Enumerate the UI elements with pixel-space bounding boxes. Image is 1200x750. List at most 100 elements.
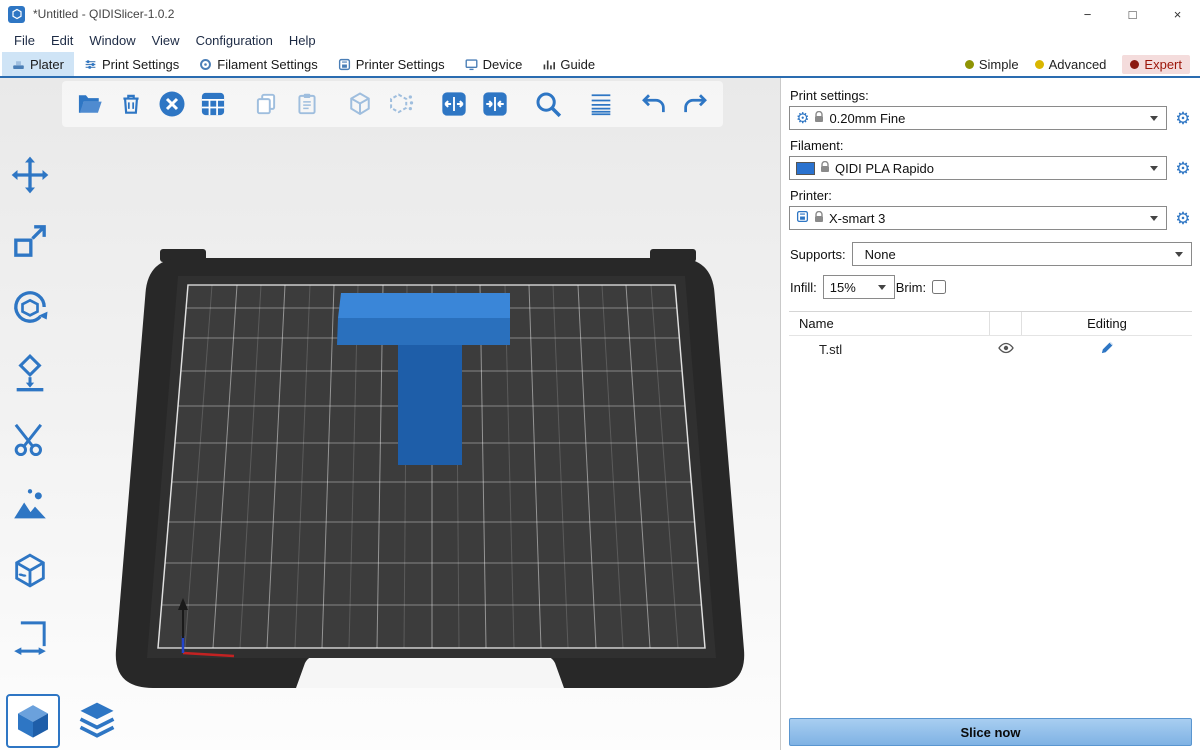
chevron-down-icon [1150,166,1158,171]
print-settings-icon [84,58,97,71]
chevron-down-icon [1175,252,1183,257]
tab-printer-settings[interactable]: Printer Settings [328,52,455,76]
lock-icon [814,111,824,126]
mode-simple[interactable]: Simple [965,57,1019,72]
guide-icon [542,58,555,71]
minimize-button[interactable]: − [1065,0,1110,28]
edit-object-icon[interactable] [1100,340,1115,358]
open-folder-button[interactable] [72,86,108,122]
slice-now-button[interactable]: Slice now [789,718,1192,746]
brim-checkbox[interactable] [932,280,946,294]
paint-supports-icon [10,485,50,525]
move-button[interactable] [6,152,54,198]
menu-edit[interactable]: Edit [43,31,81,50]
scale-icon [10,221,50,261]
rotate-icon [10,287,50,327]
seam-icon [10,551,50,591]
copy-button[interactable] [248,86,284,122]
undo-button[interactable] [636,86,672,122]
brim-label: Brim: [896,280,926,295]
paint-supports-button[interactable] [6,482,54,528]
remove-instance-button[interactable] [383,86,419,122]
infill-select[interactable]: 15% [823,275,895,299]
column-visibility [990,312,1022,335]
printer-icon [796,210,809,226]
redo-icon [680,89,710,119]
tab-filament-settings[interactable]: Filament Settings [189,52,327,76]
print-settings-gear-button[interactable]: ⚙ [1174,110,1192,127]
menu-window[interactable]: Window [81,31,143,50]
printer-select[interactable]: X-smart 3 [789,206,1167,230]
tab-plater-label: Plater [30,57,64,72]
menu-help[interactable]: Help [281,31,324,50]
lock-icon [820,161,830,176]
scale-button[interactable] [6,218,54,264]
titlebar: *Untitled - QIDISlicer-1.0.2 − □ × [0,0,1200,28]
filament-settings-icon [199,58,212,71]
menu-file[interactable]: File [6,31,43,50]
lock-icon [814,211,824,226]
supports-select[interactable]: None [852,242,1192,266]
printer-gear-button[interactable]: ⚙ [1174,210,1192,227]
delete-button[interactable] [113,86,149,122]
expert-mode-dot-icon [1130,60,1139,69]
preview-layers-icon [75,699,119,743]
copy-icon [253,91,279,117]
seam-button[interactable] [6,548,54,594]
split-parts-button[interactable] [477,86,513,122]
search-icon [533,89,563,119]
filament-select[interactable]: QIDI PLA Rapido [789,156,1167,180]
measure-icon [10,617,50,657]
menubar: File Edit Window View Configuration Help [0,28,1200,52]
column-name: Name [789,312,990,335]
menu-view[interactable]: View [144,31,188,50]
tabbar: Plater Print Settings Filament Settings … [0,52,1200,78]
mode-expert-label: Expert [1144,57,1182,72]
rotate-button[interactable] [6,284,54,330]
print-settings-value: 0.20mm Fine [829,111,905,126]
tab-printer-settings-label: Printer Settings [356,57,445,72]
delete-all-button[interactable] [154,86,190,122]
paste-button[interactable] [289,86,325,122]
undo-icon [639,89,669,119]
view-switcher [6,694,124,748]
place-on-face-button[interactable] [6,350,54,396]
filament-color-swatch [796,162,815,175]
cut-button[interactable] [6,416,54,462]
arrange-icon [199,90,227,118]
top-toolbar [62,81,723,127]
print-settings-select[interactable]: ⚙ 0.20mm Fine [789,106,1167,130]
search-button[interactable] [530,86,566,122]
paste-icon [294,91,320,117]
mode-advanced[interactable]: Advanced [1035,57,1107,72]
object-list-row[interactable]: T.stl [789,336,1192,362]
tab-guide[interactable]: Guide [532,52,605,76]
supports-value: None [859,247,896,262]
move-icon [10,155,50,195]
advanced-mode-dot-icon [1035,60,1044,69]
close-button[interactable]: × [1155,0,1200,28]
preview-view-button[interactable] [70,694,124,748]
visibility-eye-icon[interactable] [998,342,1014,357]
editor-view-button[interactable] [6,694,60,748]
maximize-button[interactable]: □ [1110,0,1155,28]
split-objects-button[interactable] [436,86,472,122]
tab-device[interactable]: Device [455,52,533,76]
mode-expert[interactable]: Expert [1122,55,1190,74]
tab-plater[interactable]: Plater [2,52,74,76]
menu-configuration[interactable]: Configuration [188,31,281,50]
tab-print-settings-label: Print Settings [102,57,179,72]
open-folder-icon [76,90,104,118]
arrange-button[interactable] [195,86,231,122]
variable-layer-height-button[interactable] [583,86,619,122]
remove-instance-icon [387,90,415,118]
tab-filament-settings-label: Filament Settings [217,57,317,72]
redo-button[interactable] [677,86,713,122]
tab-print-settings[interactable]: Print Settings [74,52,189,76]
simple-mode-dot-icon [965,60,974,69]
add-instance-button[interactable] [342,86,378,122]
3d-viewport[interactable] [0,78,780,750]
measure-button[interactable] [6,614,54,660]
filament-gear-button[interactable]: ⚙ [1174,160,1192,177]
chevron-down-icon [1150,216,1158,221]
